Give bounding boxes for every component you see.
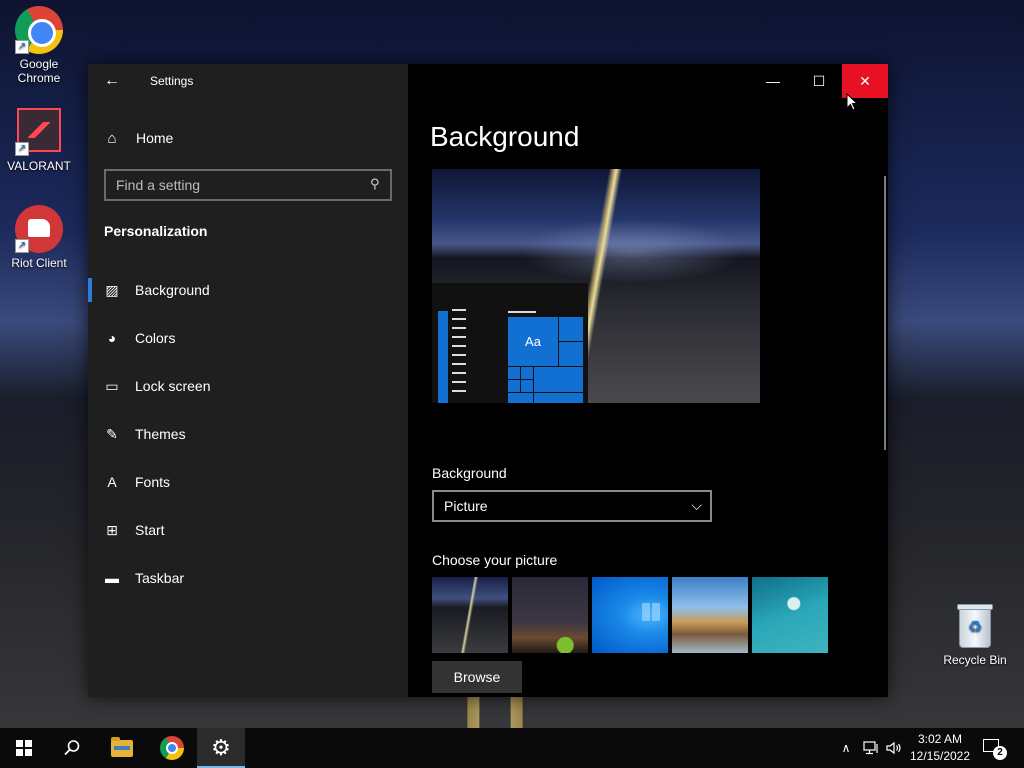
desktop-icon-label: Riot Client xyxy=(11,256,67,270)
scrollbar[interactable] xyxy=(884,176,886,450)
background-type-dropdown[interactable]: Picture ⌵ xyxy=(432,490,712,522)
picture-thumbnail[interactable] xyxy=(672,577,748,653)
fonts-icon: A xyxy=(107,474,117,490)
sidebar-item-label: Background xyxy=(135,282,210,298)
shortcut-arrow-icon: ↗ xyxy=(15,239,29,253)
shortcut-arrow-icon: ↗ xyxy=(15,142,29,156)
sidebar-item-fonts[interactable]: A Fonts xyxy=(88,458,408,506)
clock-date: 12/15/2022 xyxy=(909,749,971,763)
action-center-button[interactable]: 2 xyxy=(980,736,1008,760)
taskbar: ⚙ ∧ 3:02 AM 12/15/2022 2 xyxy=(0,728,1024,768)
minimize-button[interactable]: — xyxy=(750,64,796,98)
search-icon xyxy=(64,740,80,756)
sidebar-item-label: Home xyxy=(136,130,174,146)
search-box[interactable]: ⚲ xyxy=(104,169,392,201)
clock[interactable]: 3:02 AM 12/15/2022 xyxy=(905,731,975,765)
recycle-bin-icon: ♻ xyxy=(955,602,995,648)
taskbar-file-explorer[interactable] xyxy=(98,728,146,768)
notification-count-badge: 2 xyxy=(993,746,1007,760)
dropdown-value: Picture xyxy=(444,498,488,514)
preview-start-menu: Aa xyxy=(432,283,588,403)
window-title: Settings xyxy=(150,74,194,88)
clock-time: 3:02 AM xyxy=(917,732,963,746)
folder-icon xyxy=(111,736,133,757)
taskbar-icon: ▬ xyxy=(105,570,119,586)
home-icon: ⌂ xyxy=(107,129,117,147)
chrome-icon xyxy=(160,736,184,760)
taskbar-settings[interactable]: ⚙ xyxy=(197,728,245,768)
desktop-icon-label: Chrome xyxy=(17,71,61,85)
sidebar-item-colors[interactable]: ◕ Colors xyxy=(88,314,408,362)
preview-tile-text: Aa xyxy=(508,317,558,366)
page-title: Background xyxy=(430,121,580,152)
picture-thumbnail[interactable] xyxy=(592,577,668,653)
gear-icon: ⚙ xyxy=(211,735,231,760)
back-button[interactable]: ← xyxy=(98,69,126,93)
section-title: Personalization xyxy=(104,223,208,239)
sidebar-item-home[interactable]: ⌂ Home xyxy=(104,126,173,150)
picture-icon: ▨ xyxy=(105,281,119,298)
taskbar-chrome[interactable] xyxy=(148,728,196,768)
start-menu-icon: ⊞ xyxy=(106,521,118,538)
sidebar-nav: ▨ Background ◕ Colors ▭ Lock screen ✎ Th… xyxy=(88,266,408,602)
search-input[interactable] xyxy=(106,171,356,199)
themes-brush-icon: ✎ xyxy=(106,425,118,442)
mouse-cursor-icon xyxy=(846,93,858,111)
sidebar-item-start[interactable]: ⊞ Start xyxy=(88,506,408,554)
desktop-icon-google-chrome[interactable]: ↗ Google Chrome xyxy=(2,6,76,85)
chevron-up-icon: ∧ xyxy=(841,741,851,755)
maximize-button[interactable]: ☐ xyxy=(796,64,842,98)
sidebar-item-lock-screen[interactable]: ▭ Lock screen xyxy=(88,362,408,410)
desktop-icon-label: Recycle Bin xyxy=(943,653,1007,667)
desktop-icon-recycle-bin[interactable]: ♻ Recycle Bin xyxy=(938,602,1012,667)
settings-content: — ☐ ✕ Background Aa Background Picture ⌵… xyxy=(408,64,888,697)
background-type-label: Background xyxy=(432,465,507,481)
browse-button[interactable]: Browse xyxy=(432,661,522,693)
sidebar-item-label: Fonts xyxy=(135,474,171,490)
volume-button[interactable] xyxy=(884,728,904,768)
sidebar-item-label: Start xyxy=(135,522,165,538)
shortcut-arrow-icon: ↗ xyxy=(15,40,29,54)
start-button[interactable] xyxy=(0,728,48,768)
background-preview: Aa xyxy=(432,169,760,403)
desktop-icon-label: Google xyxy=(19,57,59,71)
sidebar-item-background[interactable]: ▨ Background xyxy=(88,266,408,314)
settings-sidebar: ← Settings ⌂ Home ⚲ Personalization ▨ Ba… xyxy=(88,64,408,697)
show-hidden-icons-button[interactable]: ∧ xyxy=(836,728,856,768)
sidebar-item-label: Taskbar xyxy=(135,570,185,586)
network-icon xyxy=(863,741,878,755)
title-bar[interactable]: ← Settings xyxy=(88,64,408,98)
desktop-icon-valorant[interactable]: ↗ VALORANT xyxy=(2,106,76,173)
choose-picture-label: Choose your picture xyxy=(432,552,558,568)
caption-buttons: — ☐ ✕ xyxy=(750,64,888,98)
riot-client-icon: ↗ xyxy=(15,205,63,253)
network-button[interactable] xyxy=(860,728,882,768)
valorant-icon: ↗ xyxy=(15,108,63,156)
search-icon[interactable]: ⚲ xyxy=(370,177,384,191)
sidebar-item-label: Lock screen xyxy=(135,378,211,394)
taskbar-search-button[interactable] xyxy=(48,728,96,768)
picture-thumbnails xyxy=(432,577,828,653)
lock-screen-icon: ▭ xyxy=(105,377,119,394)
sidebar-item-label: Colors xyxy=(135,330,176,346)
picture-thumbnail[interactable] xyxy=(432,577,508,653)
chevron-down-icon: ⌵ xyxy=(691,497,702,513)
settings-window: ← Settings ⌂ Home ⚲ Personalization ▨ Ba… xyxy=(88,64,888,697)
desktop-icon-label: VALORANT xyxy=(7,159,71,173)
windows-logo-icon xyxy=(16,740,32,756)
desktop-icon-riot-client[interactable]: ↗ Riot Client xyxy=(2,205,76,270)
palette-icon: ◕ xyxy=(107,330,117,346)
chrome-icon: ↗ xyxy=(15,6,63,54)
desktop-wallpaper-road xyxy=(455,697,535,729)
sidebar-item-label: Themes xyxy=(135,426,186,442)
sidebar-item-taskbar[interactable]: ▬ Taskbar xyxy=(88,554,408,602)
sidebar-item-themes[interactable]: ✎ Themes xyxy=(88,410,408,458)
volume-icon xyxy=(886,741,901,755)
picture-thumbnail[interactable] xyxy=(512,577,588,653)
picture-thumbnail[interactable] xyxy=(752,577,828,653)
